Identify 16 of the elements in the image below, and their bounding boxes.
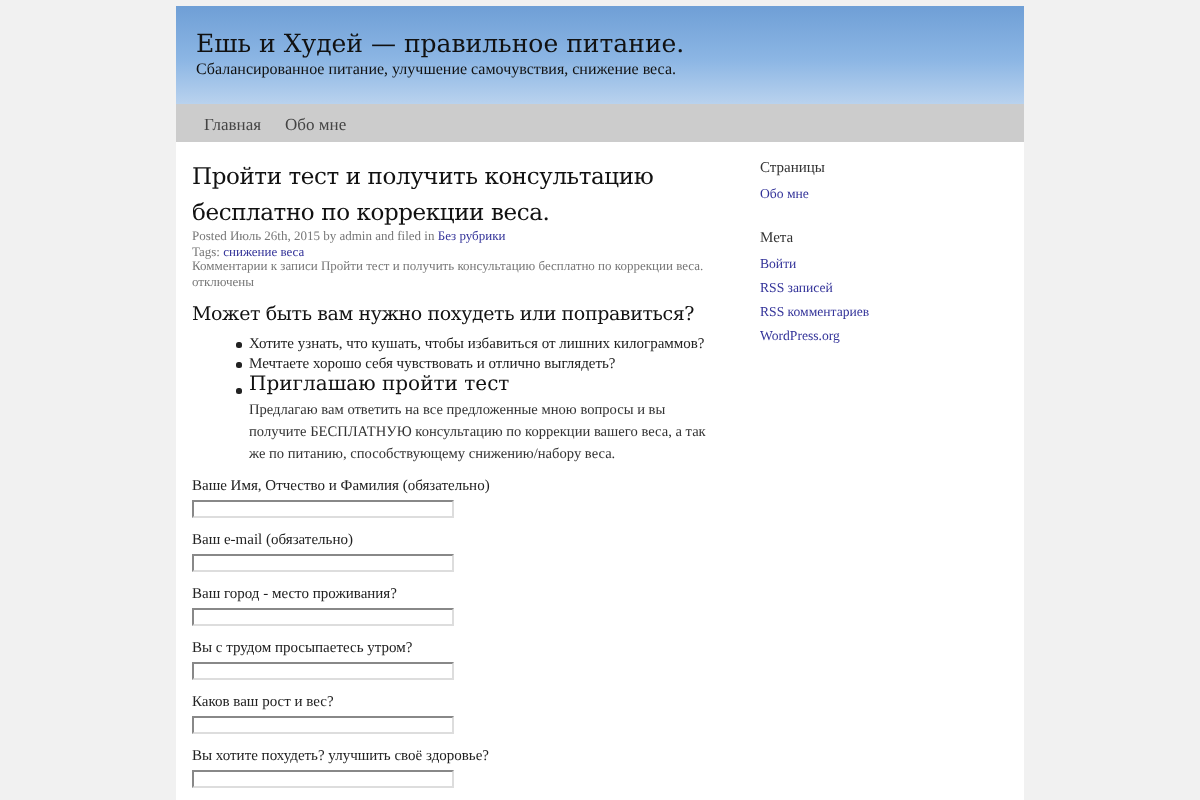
input-field[interactable] — [192, 770, 454, 788]
site-title[interactable]: Ешь и Худей — правильное питание. — [196, 26, 1004, 60]
nav-link[interactable]: Главная — [204, 113, 262, 133]
bullet-icon — [236, 342, 241, 347]
input-field[interactable] — [192, 662, 454, 680]
nav-link[interactable]: Обо мне — [285, 113, 347, 133]
section-heading: Может быть вам нужно похудеть или поправиться? — [192, 304, 697, 326]
input-field[interactable] — [192, 608, 454, 626]
post-title: Пройти тест и получить консультацию бесплатно по коррекции веса. — [192, 160, 656, 230]
site-tagline: Сбалансированное питание, улучшение самочувствия, снижение веса. — [196, 60, 678, 80]
input-field[interactable] — [192, 500, 454, 518]
input-field[interactable] — [192, 554, 454, 572]
input-field[interactable] — [192, 716, 454, 734]
invite-heading: Приглашаю пройти тест — [249, 374, 512, 398]
bullet-icon — [236, 362, 241, 367]
bullet-icon — [236, 388, 241, 393]
